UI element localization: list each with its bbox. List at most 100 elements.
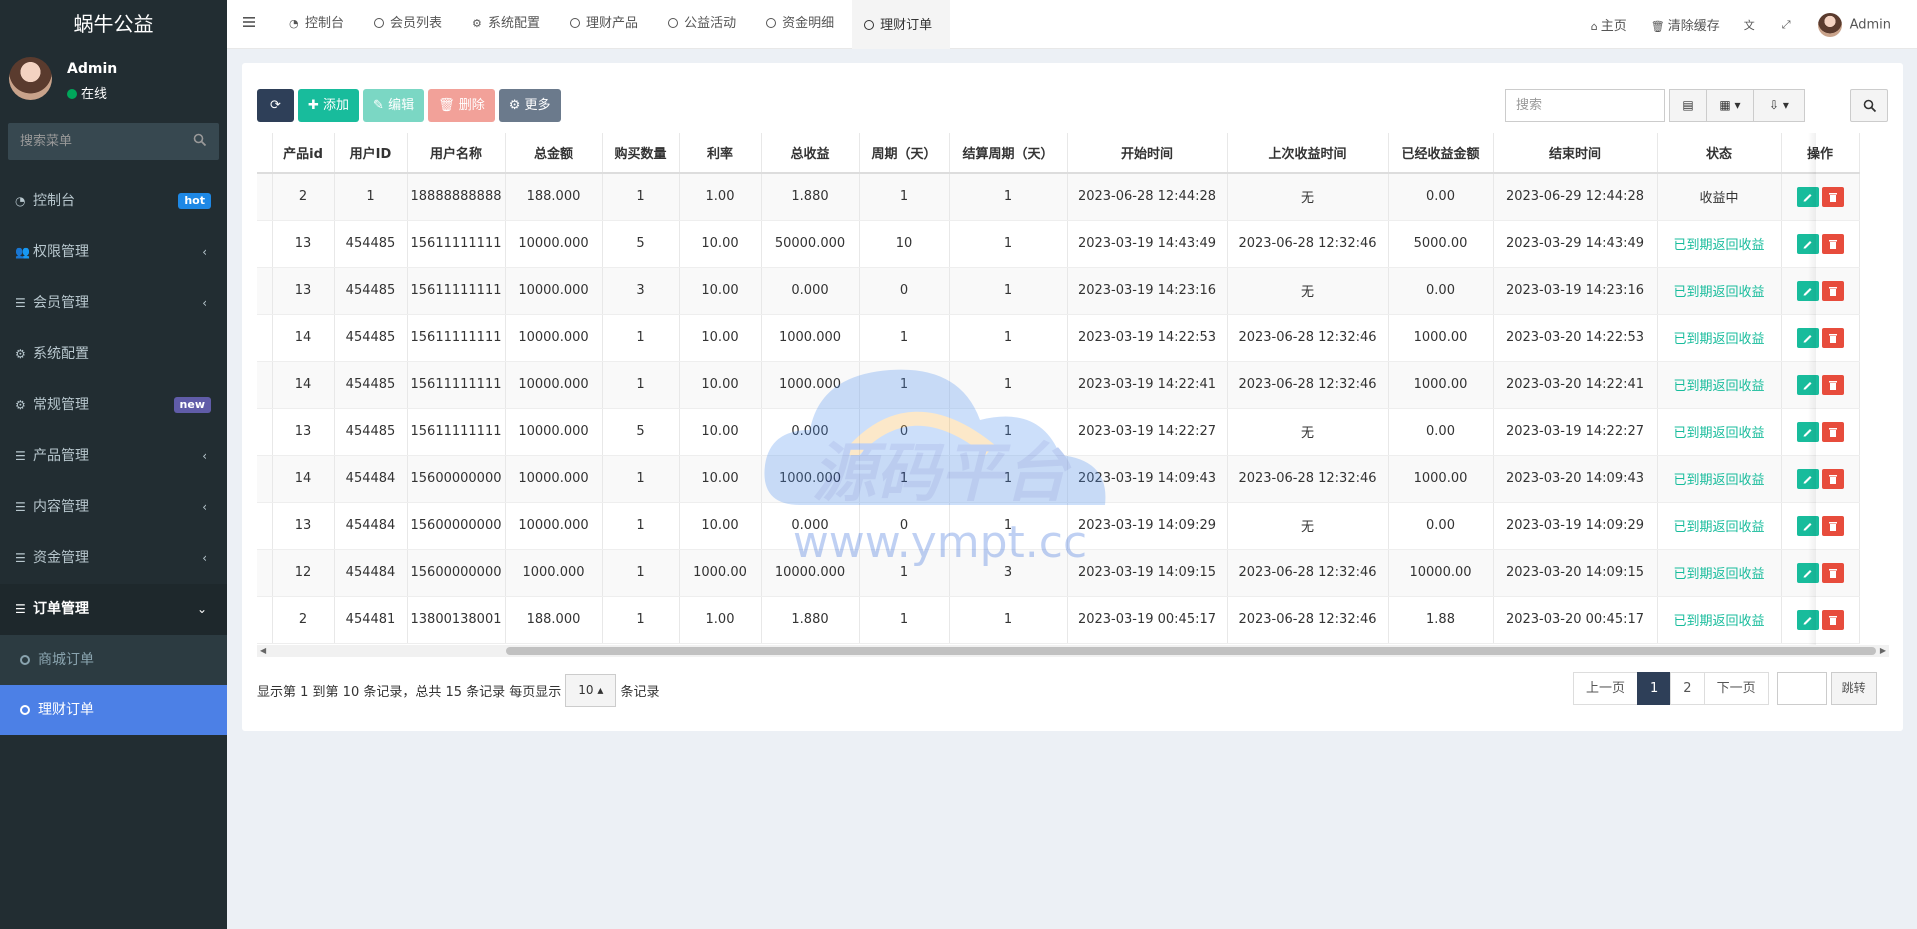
table-cell: 已到期返回收益 — [1657, 267, 1782, 315]
column-header[interactable]: 用户ID — [334, 133, 408, 174]
pagination-info-text: 显示第 1 到第 10 条记录，总共 15 条记录 每页显示 — [257, 685, 562, 700]
tab-finance-orders[interactable]: 理财订单 — [852, 0, 951, 49]
tab-dashboard[interactable]: ◔ 控制台 — [277, 0, 362, 49]
more-button[interactable]: ⚙ 更多 — [498, 89, 561, 122]
clear-cache-button[interactable]: 🗑 清除缓存 — [1639, 15, 1732, 34]
refresh-button[interactable]: ⟳ — [257, 89, 294, 122]
fullscreen-button[interactable]: ⤢ — [1770, 17, 1806, 32]
search-icon[interactable] — [193, 133, 207, 147]
sidebar-item-system-config[interactable]: ⚙ 系统配置 — [0, 329, 227, 380]
sidebar-subitem-finance-orders[interactable]: 理财订单 — [0, 685, 227, 735]
tab-system-config[interactable]: ⚙ 系统配置 — [460, 0, 558, 49]
sidebar-item-dashboard[interactable]: ◔ 控制台 hot — [0, 176, 227, 227]
row-delete-button[interactable] — [1821, 233, 1844, 254]
page-2-button[interactable]: 2 — [1670, 672, 1705, 705]
scroll-left-icon[interactable]: ◀ — [260, 645, 266, 657]
table-row[interactable]: 14 454485 15611111111 10000.000 1 10.00 1000.0… — [257, 314, 1860, 362]
column-header[interactable]: 总金额 — [505, 133, 603, 174]
column-header[interactable]: 开始时间 — [1067, 133, 1228, 174]
column-header[interactable]: 结束时间 — [1493, 133, 1658, 174]
row-delete-button[interactable] — [1821, 609, 1844, 630]
column-header[interactable]: 利率 — [679, 133, 762, 174]
row-delete-button[interactable] — [1821, 327, 1844, 348]
sidebar-item-products[interactable]: ☰ 产品管理 ‹ — [0, 431, 227, 482]
jump-button[interactable]: 跳转 — [1830, 672, 1877, 705]
page-1-button[interactable]: 1 — [1637, 672, 1672, 705]
column-header[interactable]: 总收益 — [761, 133, 860, 174]
page-size-select[interactable]: 10 ▴ — [565, 674, 617, 707]
trash-icon: 🗑 — [1650, 20, 1665, 33]
table-row[interactable]: 13 454485 15611111111 10000.000 3 10.00 0.000 0… — [257, 267, 1860, 315]
sidebar-item-members[interactable]: ☰ 会员管理 ‹ — [0, 278, 227, 329]
sidebar-item-label: 控制台 — [33, 193, 75, 209]
row-delete-button[interactable] — [1821, 374, 1844, 395]
trash-icon — [1828, 568, 1837, 578]
table-cell: 454485 — [334, 314, 408, 362]
tab-member-list[interactable]: 会员列表 — [362, 0, 460, 49]
table-cell: 2023-03-19 14:22:27 — [1493, 408, 1658, 456]
delete-button[interactable]: 🗑 删除 — [428, 89, 495, 122]
row-delete-button[interactable] — [1821, 562, 1844, 583]
sidebar-item-content[interactable]: ☰ 内容管理 ‹ — [0, 482, 227, 533]
hamburger-menu-icon[interactable] — [242, 15, 256, 29]
row-delete-button[interactable] — [1821, 468, 1844, 489]
toggle-view-button[interactable]: ▤ — [1669, 89, 1707, 122]
tab-charity-events[interactable]: 公益活动 — [656, 0, 754, 49]
column-header[interactable]: 操作 — [1781, 133, 1860, 174]
row-delete-button[interactable] — [1821, 186, 1844, 207]
table-row[interactable]: 2 1 18888888888 188.000 1 1.00 1.880 1 1 2023-06-… — [257, 173, 1860, 221]
row-delete-button[interactable] — [1821, 515, 1844, 536]
horizontal-scrollbar[interactable]: ◀ ▶ — [257, 645, 1889, 657]
column-header[interactable]: 产品id — [272, 133, 335, 174]
language-button[interactable]: 文 — [1732, 17, 1770, 33]
columns-dropdown[interactable]: ▦ ▾ — [1706, 89, 1754, 122]
circle-icon — [374, 18, 385, 28]
table-row[interactable]: 2 454481 13800138001 188.000 1 1.00 1.880 1 1 202… — [257, 596, 1860, 644]
scrollbar-thumb[interactable] — [506, 647, 1876, 655]
table-row[interactable]: 14 454485 15611111111 10000.000 1 10.00 1000.0… — [257, 361, 1860, 409]
sidebar-item-funds[interactable]: ☰ 资金管理 ‹ — [0, 533, 227, 584]
sidebar-subitem-mall-orders[interactable]: 商城订单 — [0, 635, 227, 685]
row-delete-button[interactable] — [1821, 280, 1844, 301]
prev-page-button[interactable]: 上一页 — [1573, 672, 1639, 705]
table-cell: 2023-03-19 14:22:53 — [1067, 314, 1228, 362]
sidebar-item-orders[interactable]: ☰ 订单管理 ⌄ — [0, 584, 227, 635]
tab-finance-products[interactable]: 理财产品 — [558, 0, 656, 49]
next-page-button[interactable]: 下一页 — [1703, 672, 1769, 705]
table-cell: 2023-06-28 12:44:28 — [1067, 173, 1228, 221]
table-row[interactable]: 13 454485 15611111111 10000.000 5 10.00 0.000 0… — [257, 408, 1860, 456]
table-row[interactable]: 13 454484 15600000000 10000.000 1 10.00 0.000 0… — [257, 502, 1860, 550]
table-row[interactable]: 14 454484 15600000000 10000.000 1 10.00 1000.0… — [257, 455, 1860, 503]
user-menu[interactable]: Admin — [1806, 12, 1917, 37]
pagination-info-suffix: 条记录 — [620, 685, 660, 700]
table-cell: 1 — [602, 173, 680, 221]
column-header[interactable]: 上次收益时间 — [1227, 133, 1389, 174]
table-cell: 10.00 — [679, 455, 762, 503]
column-header[interactable]: 状态 — [1657, 133, 1782, 174]
column-header[interactable]: 已经收益金额 — [1388, 133, 1494, 174]
app-logo[interactable]: 蜗牛公益 — [0, 0, 227, 49]
scroll-right-icon[interactable]: ▶ — [1880, 645, 1886, 657]
table-search-input[interactable] — [1505, 89, 1665, 122]
add-button[interactable]: ✚ 添加 — [298, 89, 360, 122]
tab-fund-details[interactable]: 资金明细 — [754, 0, 852, 49]
table-cell: 15611111111 — [407, 220, 506, 268]
column-header[interactable]: 用户名称 — [407, 133, 506, 174]
table-row[interactable]: 12 454484 15600000000 1000.000 1 1000.00 10000… — [257, 549, 1860, 597]
row-actions — [1781, 502, 1860, 550]
row-delete-button[interactable] — [1821, 421, 1844, 442]
sidebar-item-general[interactable]: ⚙ 常规管理 new — [0, 380, 227, 431]
jump-page-input[interactable] — [1776, 672, 1827, 705]
column-header[interactable]: 购买数量 — [602, 133, 680, 174]
column-header[interactable]: 周期（天） — [859, 133, 950, 174]
column-header[interactable]: 结算周期（天） — [949, 133, 1068, 174]
menu-search-input[interactable] — [8, 123, 219, 160]
edit-button[interactable]: ✎ 编辑 — [363, 89, 425, 122]
sidebar-item-permissions[interactable]: 👥 权限管理 ‹ — [0, 227, 227, 278]
home-link[interactable]: ⌂ 主页 — [1579, 15, 1639, 34]
export-dropdown[interactable]: ⇩ ▾ — [1753, 89, 1805, 122]
table-cell: 10.00 — [679, 267, 762, 315]
advanced-search-button[interactable] — [1850, 89, 1888, 122]
table-cell: 1 — [949, 314, 1068, 362]
table-row[interactable]: 13 454485 15611111111 10000.000 5 10.00 50000.… — [257, 220, 1860, 268]
